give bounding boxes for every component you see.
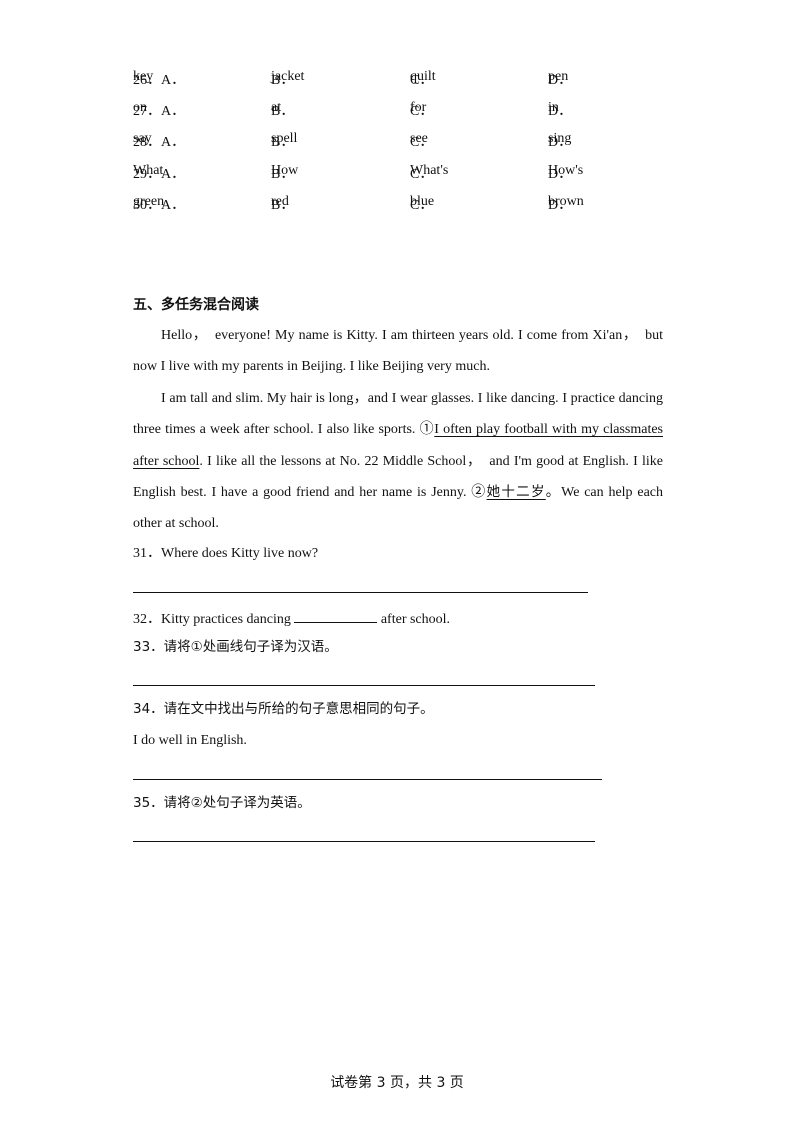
option-b[interactable]: spell — [271, 131, 297, 147]
answer-blank-32[interactable] — [294, 610, 378, 623]
page-footer: 试卷第 3 页，共 3 页 — [330, 1075, 464, 1091]
option-d[interactable]: How's — [548, 163, 583, 179]
passage-paragraph-2: I am tall and slim. My hair is long，and … — [133, 383, 663, 539]
option-d[interactable]: pen — [548, 69, 568, 85]
option-a[interactable]: key — [133, 69, 153, 85]
answer-line-33[interactable] — [133, 685, 595, 686]
option-c[interactable]: see — [410, 131, 428, 147]
circled-mark-1: ① — [419, 422, 435, 438]
option-c[interactable]: blue — [410, 194, 434, 210]
option-b[interactable]: at — [271, 100, 281, 116]
option-d[interactable]: sing — [548, 131, 571, 147]
option-d[interactable]: brown — [548, 194, 584, 210]
option-c[interactable]: for — [410, 100, 426, 116]
choice-question-27: 27．A． on B． at C． for D． in — [133, 100, 653, 120]
option-b[interactable]: How — [271, 163, 298, 179]
choice-question-30: 30．A． green B． red C． blue D． brown — [133, 194, 653, 214]
choice-question-28: 28．A． say B． spell C． see D． sing — [133, 131, 653, 151]
underlined-sentence-2: 她十二岁 — [486, 483, 546, 500]
choice-question-26: 26．A． key B． jacket C． quilt D． pen — [133, 69, 653, 89]
choice-question-29: 29．A． What B． How C． What's D． How's — [133, 163, 653, 183]
option-c[interactable]: What's — [410, 163, 448, 179]
question-32: 32．Kitty practices dancing after school. — [133, 610, 450, 627]
circled-mark-2: ② — [471, 484, 487, 500]
answer-line-31[interactable] — [133, 592, 588, 593]
option-d[interactable]: in — [548, 100, 559, 116]
option-a[interactable]: say — [133, 131, 152, 147]
question-35: 35．请将②处句子译为英语。 — [133, 795, 311, 811]
question-33: 33．请将①处画线句子译为汉语。 — [133, 639, 338, 655]
question-34: 34．请在文中找出与所给的句子意思相同的句子。 — [133, 701, 434, 717]
option-b[interactable]: jacket — [271, 69, 304, 85]
answer-line-34[interactable] — [133, 779, 602, 780]
question-32-text: 32．Kitty practices dancing — [133, 612, 295, 627]
option-a[interactable]: What — [133, 163, 163, 179]
question-32-text-after: after school. — [377, 612, 451, 627]
option-a[interactable]: green — [133, 194, 164, 210]
option-c[interactable]: quilt — [410, 69, 436, 85]
answer-line-35[interactable] — [133, 841, 595, 842]
option-b[interactable]: red — [271, 194, 289, 210]
question-31: 31．Where does Kitty live now? — [133, 546, 319, 561]
question-34-given-sentence: I do well in English. — [133, 733, 247, 748]
option-a[interactable]: on — [133, 100, 147, 116]
passage-paragraph-1: Hello， everyone! My name is Kitty. I am … — [133, 320, 663, 383]
section-title: 五、多任务混合阅读 — [133, 297, 259, 313]
passage-text: Hello， everyone! My name is Kitty. I am … — [133, 328, 663, 375]
